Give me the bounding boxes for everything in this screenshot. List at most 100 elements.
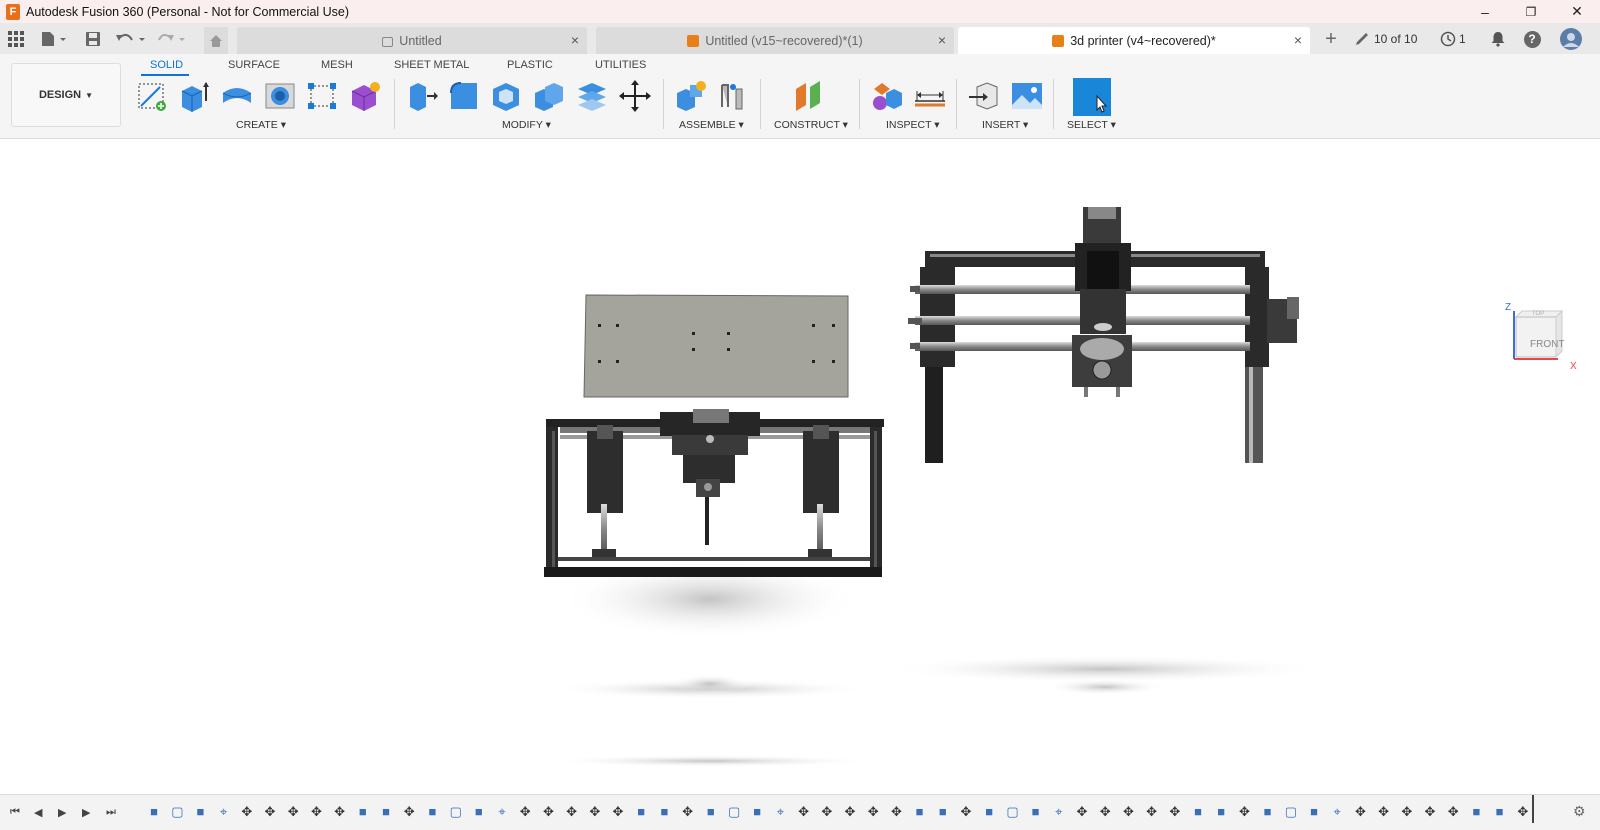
timeline-feature-icon[interactable]: ■ bbox=[914, 805, 926, 818]
bed-plate[interactable] bbox=[583, 294, 849, 398]
timeline-marker[interactable] bbox=[1532, 795, 1534, 823]
timeline-feature-icon[interactable]: ■ bbox=[1030, 805, 1042, 818]
insert-menu[interactable]: INSERT ▾ bbox=[982, 119, 1028, 131]
inspect-menu[interactable]: INSPECT ▾ bbox=[886, 119, 940, 131]
timeline-feature-icon[interactable]: ⌖ bbox=[1053, 805, 1065, 818]
timeline-feature-icon[interactable]: ⌖ bbox=[496, 805, 508, 818]
file-menu-icon[interactable] bbox=[38, 28, 70, 50]
timeline-start-icon[interactable]: ⏮ bbox=[10, 806, 20, 819]
select-tool-button[interactable] bbox=[1073, 78, 1111, 116]
tab-solid[interactable]: SOLID bbox=[150, 59, 183, 71]
timeline-feature-icon[interactable]: ■ bbox=[1470, 805, 1482, 818]
timeline-feature-icon[interactable]: ■ bbox=[380, 805, 392, 818]
app-grid-icon[interactable] bbox=[5, 28, 27, 50]
timeline-feature-icon[interactable]: ✥ bbox=[890, 805, 902, 818]
timeline-feature-icon[interactable]: ■ bbox=[1494, 805, 1506, 818]
timeline-feature-icon[interactable]: ■ bbox=[658, 805, 670, 818]
timeline-feature-icon[interactable]: ✥ bbox=[1169, 805, 1181, 818]
redo-icon[interactable] bbox=[156, 28, 190, 50]
measure-icon[interactable] bbox=[913, 79, 947, 113]
timeline-prev-icon[interactable]: ◀ bbox=[34, 806, 42, 819]
timeline-feature-icon[interactable]: ✥ bbox=[821, 805, 833, 818]
timeline-play-icon[interactable]: ▶ bbox=[58, 806, 66, 819]
new-component-icon[interactable] bbox=[674, 79, 708, 113]
tab-mesh[interactable]: MESH bbox=[321, 59, 353, 71]
timeline-feature-icon[interactable]: ✥ bbox=[1447, 805, 1459, 818]
timeline-feature-icon[interactable]: ✥ bbox=[1517, 805, 1529, 818]
extrude-icon[interactable] bbox=[178, 79, 212, 113]
timeline-feature-icon[interactable]: ■ bbox=[983, 805, 995, 818]
timeline-feature-icon[interactable]: ■ bbox=[705, 805, 717, 818]
offset-plane-icon[interactable] bbox=[792, 79, 826, 113]
timeline-feature-icon[interactable]: ✥ bbox=[334, 805, 346, 818]
timeline-feature-icon[interactable]: ▢ bbox=[1285, 805, 1297, 818]
timeline-feature-icon[interactable]: ✥ bbox=[1354, 805, 1366, 818]
timeline-feature-icon[interactable]: ✥ bbox=[310, 805, 322, 818]
timeline-feature-icon[interactable]: ■ bbox=[937, 805, 949, 818]
close-tab-icon[interactable]: × bbox=[1294, 32, 1302, 48]
timeline-feature-icon[interactable]: ✥ bbox=[1146, 805, 1158, 818]
construct-menu[interactable]: CONSTRUCT ▾ bbox=[774, 119, 848, 131]
timeline-feature-icon[interactable]: ■ bbox=[357, 805, 369, 818]
timeline-feature-icon[interactable]: ■ bbox=[194, 805, 206, 818]
create-menu[interactable]: CREATE ▾ bbox=[236, 119, 286, 131]
minimize-button[interactable]: – bbox=[1462, 0, 1508, 23]
timeline-feature-icon[interactable]: ✥ bbox=[1238, 805, 1250, 818]
shell-icon[interactable] bbox=[489, 79, 523, 113]
workspace-switcher[interactable]: DESIGN ▼ bbox=[11, 63, 121, 127]
timeline-feature-icon[interactable]: ✥ bbox=[1378, 805, 1390, 818]
timeline-feature-icon[interactable]: ■ bbox=[1215, 805, 1227, 818]
timeline-feature-icon[interactable]: ✥ bbox=[1076, 805, 1088, 818]
timeline-feature-icon[interactable]: ✥ bbox=[844, 805, 856, 818]
timeline-feature-icon[interactable]: ■ bbox=[1192, 805, 1204, 818]
timeline-feature-icon[interactable]: ✥ bbox=[566, 805, 578, 818]
create-sketch-icon[interactable] bbox=[136, 79, 170, 113]
history-button[interactable]: 1 bbox=[1440, 28, 1474, 50]
timeline-feature-icon[interactable]: ■ bbox=[751, 805, 763, 818]
timeline-feature-icon[interactable]: ✥ bbox=[682, 805, 694, 818]
view-cube[interactable]: FRONT TOP Z X bbox=[1505, 302, 1578, 381]
model-render[interactable] bbox=[0, 139, 1600, 794]
timeline-feature-icon[interactable]: ⌖ bbox=[774, 805, 786, 818]
close-window-button[interactable]: ✕ bbox=[1554, 0, 1600, 23]
timeline-feature-icon[interactable]: ✥ bbox=[960, 805, 972, 818]
press-pull-icon[interactable] bbox=[405, 79, 439, 113]
timeline-feature-icon[interactable]: ▢ bbox=[450, 805, 462, 818]
timeline-settings-icon[interactable]: ⚙ bbox=[1573, 803, 1586, 820]
bell-icon[interactable] bbox=[1487, 28, 1509, 50]
create-form-icon[interactable] bbox=[348, 79, 382, 113]
timeline-feature-icon[interactable]: ✥ bbox=[287, 805, 299, 818]
insert-derive-icon[interactable] bbox=[967, 79, 1001, 113]
timeline-feature-icon[interactable]: ⌖ bbox=[1331, 805, 1343, 818]
timeline-feature-icon[interactable]: ✥ bbox=[798, 805, 810, 818]
timeline-feature-icon[interactable]: ✥ bbox=[1401, 805, 1413, 818]
timeline-feature-icon[interactable]: ■ bbox=[473, 805, 485, 818]
revolve-icon[interactable] bbox=[220, 79, 254, 113]
printer-frame-side[interactable] bbox=[908, 207, 1299, 463]
timeline-feature-icon[interactable]: ✥ bbox=[241, 805, 253, 818]
select-menu[interactable]: SELECT ▾ bbox=[1067, 119, 1116, 131]
move-icon[interactable] bbox=[618, 79, 652, 113]
combine-icon[interactable] bbox=[532, 79, 566, 113]
timeline-feature-icon[interactable]: ✥ bbox=[1424, 805, 1436, 818]
timeline-end-icon[interactable]: ⏭ bbox=[106, 806, 116, 819]
undo-icon[interactable] bbox=[114, 28, 148, 50]
job-status[interactable]: 10 of 10 bbox=[1354, 28, 1434, 50]
tab-untitled[interactable]: Untitled × bbox=[237, 27, 587, 54]
close-tab-icon[interactable]: × bbox=[571, 32, 579, 48]
timeline-feature-icon[interactable]: ■ bbox=[148, 805, 160, 818]
timeline-feature-icon[interactable]: ■ bbox=[426, 805, 438, 818]
timeline-feature-icon[interactable]: ✥ bbox=[264, 805, 276, 818]
maximize-button[interactable]: ❐ bbox=[1508, 0, 1554, 23]
timeline-feature-icon[interactable]: ✥ bbox=[403, 805, 415, 818]
timeline-feature-icon[interactable]: ✥ bbox=[1099, 805, 1111, 818]
insert-canvas-icon[interactable] bbox=[1010, 79, 1044, 113]
timeline-feature-icon[interactable]: ⌖ bbox=[218, 805, 230, 818]
user-avatar[interactable] bbox=[1560, 28, 1582, 50]
timeline-feature-icon[interactable]: ✥ bbox=[867, 805, 879, 818]
offset-face-icon[interactable] bbox=[575, 79, 609, 113]
timeline-feature-icon[interactable]: ▢ bbox=[728, 805, 740, 818]
canvas-viewport[interactable]: FRONT TOP Z X bbox=[0, 139, 1600, 794]
modify-menu[interactable]: MODIFY ▾ bbox=[502, 119, 551, 131]
printer-frame-front[interactable] bbox=[544, 409, 884, 577]
